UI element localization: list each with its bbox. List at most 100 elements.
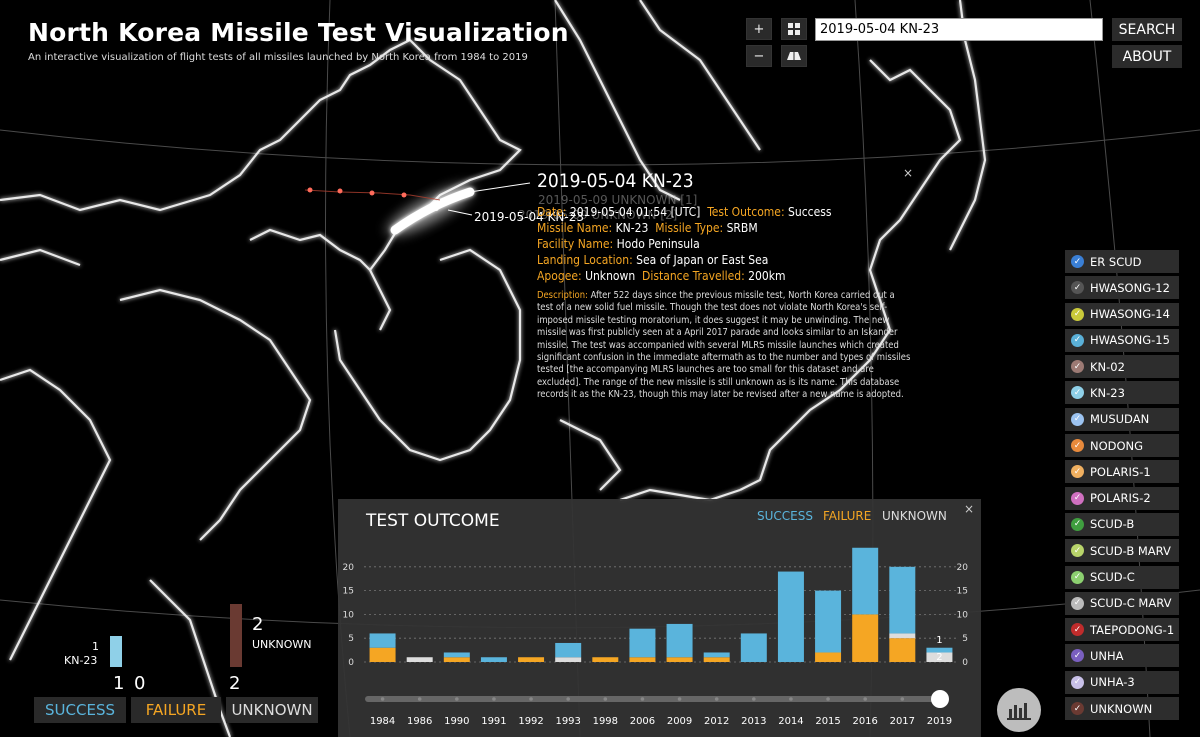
- legend-item-hwasong-14[interactable]: ✓ HWASONG-14: [1065, 302, 1179, 326]
- timeline-handle[interactable]: [931, 690, 949, 708]
- zoom-out-button[interactable]: −: [746, 45, 772, 67]
- check-icon: ✓: [1071, 517, 1084, 531]
- timeline-dot: [789, 697, 793, 701]
- chart-toggle-button[interactable]: [997, 688, 1041, 732]
- bar-success-2015: [815, 590, 842, 653]
- legend-item-label: SCUD-B MARV: [1090, 543, 1171, 558]
- legend-item-polaris-2[interactable]: ✓ POLARIS-2: [1065, 486, 1179, 510]
- timeline-dot: [455, 697, 459, 701]
- timeline-dot: [752, 697, 756, 701]
- filter-unknown-button[interactable]: UNKNOWN: [226, 697, 318, 723]
- legend-item-er-scud[interactable]: ✓ ER SCUD: [1065, 250, 1179, 273]
- failure-total: 0: [134, 673, 146, 694]
- timeline-dot: [640, 697, 645, 701]
- bar-failure-2015: [815, 652, 842, 662]
- bar-failure-1992: [518, 657, 545, 662]
- bar-failure-2006: [629, 657, 656, 662]
- legend-item-label: SCUD-C: [1090, 570, 1135, 585]
- bar-success-1991: [480, 657, 507, 662]
- legend-item-unha[interactable]: ✓ UNHA: [1065, 644, 1179, 668]
- x-tick-label: 1991: [481, 716, 506, 727]
- grid-icon: [788, 23, 800, 35]
- legend-item-hwasong-12[interactable]: ✓ HWASONG-12: [1065, 276, 1179, 300]
- check-icon: ✓: [1071, 544, 1084, 558]
- bar-success-2014: [777, 571, 804, 662]
- y-tick-label-right: 0: [962, 658, 968, 668]
- legend-item-nodong[interactable]: ✓ NODONG: [1065, 434, 1179, 458]
- timeline-dot: [566, 697, 570, 701]
- legend-item-label: UNHA-3: [1090, 675, 1135, 690]
- x-tick-label: 1993: [555, 716, 580, 727]
- y-tick-label-left: 10: [343, 610, 355, 620]
- legend-item-label: HWASONG-14: [1090, 307, 1170, 322]
- filter-success-button[interactable]: SUCCESS: [34, 697, 126, 723]
- legend-item-scud-b[interactable]: ✓ SCUD-B: [1065, 512, 1179, 536]
- check-icon: ✓: [1071, 675, 1084, 689]
- legend-item-polaris-1[interactable]: ✓ POLARIS-1: [1065, 460, 1179, 484]
- filter-failure-button[interactable]: FAILURE: [131, 697, 221, 723]
- legend-item-unha-3[interactable]: ✓ UNHA-3: [1065, 670, 1179, 694]
- tilt-view-button[interactable]: [781, 45, 807, 67]
- legend-item-label: UNHA: [1090, 648, 1124, 663]
- timeline-dot: [603, 697, 608, 701]
- landing-value: Sea of Japan or East Sea: [636, 253, 769, 267]
- check-icon: ✓: [1071, 360, 1084, 374]
- y-tick-label-left: 15: [343, 587, 354, 597]
- bar-failure-1990: [443, 657, 470, 662]
- distance-value: 200km: [748, 269, 786, 283]
- legend-item-label: NODONG: [1090, 438, 1144, 453]
- about-button[interactable]: ABOUT: [1112, 45, 1182, 68]
- search-input[interactable]: [815, 18, 1103, 41]
- search-button[interactable]: SEARCH: [1112, 18, 1182, 41]
- bar-success-1990: [443, 652, 470, 658]
- outcome-bar-chart: 0 0 5 5 10 10 15 15 20 20 1984 1986 1990 1991 1992 1993…: [343, 547, 968, 727]
- x-tick-label: 2016: [852, 716, 877, 727]
- timeline-dot: [492, 697, 496, 701]
- bar-unknown-1993: [555, 657, 582, 662]
- timeline-dot: [826, 697, 830, 701]
- legend-item-label: POLARIS-1: [1090, 464, 1151, 479]
- legend-item-scud-c[interactable]: ✓ SCUD-C: [1065, 565, 1179, 589]
- check-icon: ✓: [1071, 702, 1084, 716]
- distance-key: Distance Travelled:: [642, 269, 745, 283]
- facility-value: Hodo Peninsula: [616, 237, 700, 251]
- info-description: Description: After 522 days since the pr…: [537, 290, 913, 402]
- page-title: North Korea Missile Test Visualization: [28, 18, 569, 47]
- x-tick-label: 1990: [444, 716, 469, 727]
- y-tick-label-left: 5: [348, 634, 354, 644]
- legend-item-kn-23[interactable]: ✓ KN-23: [1065, 381, 1179, 405]
- check-icon: ✓: [1071, 412, 1084, 426]
- success-total: 1: [113, 673, 125, 694]
- y-tick-label-left: 20: [343, 563, 355, 573]
- legend-item-scud-c-marv[interactable]: ✓ SCUD-C MARV: [1065, 591, 1179, 615]
- page-subtitle: An interactive visualization of flight t…: [28, 52, 528, 63]
- legend-item-scud-b-marv[interactable]: ✓ SCUD-B MARV: [1065, 539, 1179, 563]
- legend-item-taepodong-1[interactable]: ✓ TAEPODONG-1: [1065, 618, 1179, 642]
- bar-data-label: 2: [936, 652, 942, 663]
- x-tick-label: 1984: [370, 716, 395, 727]
- unknown-count: 2: [252, 614, 264, 635]
- bar-failure-2016: [852, 614, 879, 662]
- timeline-dot: [900, 697, 905, 701]
- x-tick-label: 2015: [815, 716, 840, 727]
- legend-item-kn-02[interactable]: ✓ KN-02: [1065, 355, 1179, 379]
- bar-success-2017: [889, 566, 916, 634]
- kn23-count: 1: [92, 640, 99, 653]
- info-row-apogee: Apogee: Unknown Distance Travelled: 200k…: [537, 268, 917, 284]
- check-icon: ✓: [1071, 570, 1084, 584]
- x-tick-label: 2013: [741, 716, 766, 727]
- bar-success-2009: [666, 623, 693, 658]
- bar-unknown-2017: [889, 633, 916, 639]
- legend-item-unknown[interactable]: ✓ UNKNOWN: [1065, 697, 1179, 721]
- legend-item-hwasong-15[interactable]: ✓ HWASONG-15: [1065, 328, 1179, 352]
- legend-item-musudan[interactable]: ✓ MUSUDAN: [1065, 407, 1179, 431]
- legend-item-label: HWASONG-15: [1090, 333, 1170, 348]
- bar-failure-1984: [369, 647, 396, 662]
- outcome-key: Test Outcome:: [707, 205, 785, 219]
- info-row-date: Date: 2019-05-04 01:54 [UTC] Test Outcom…: [537, 204, 917, 220]
- zoom-in-button[interactable]: +: [746, 18, 772, 40]
- grid-view-button[interactable]: [781, 18, 807, 40]
- check-icon: ✓: [1071, 439, 1084, 453]
- name-key: Missile Name:: [537, 221, 613, 235]
- bar-unknown-1986: [406, 657, 433, 662]
